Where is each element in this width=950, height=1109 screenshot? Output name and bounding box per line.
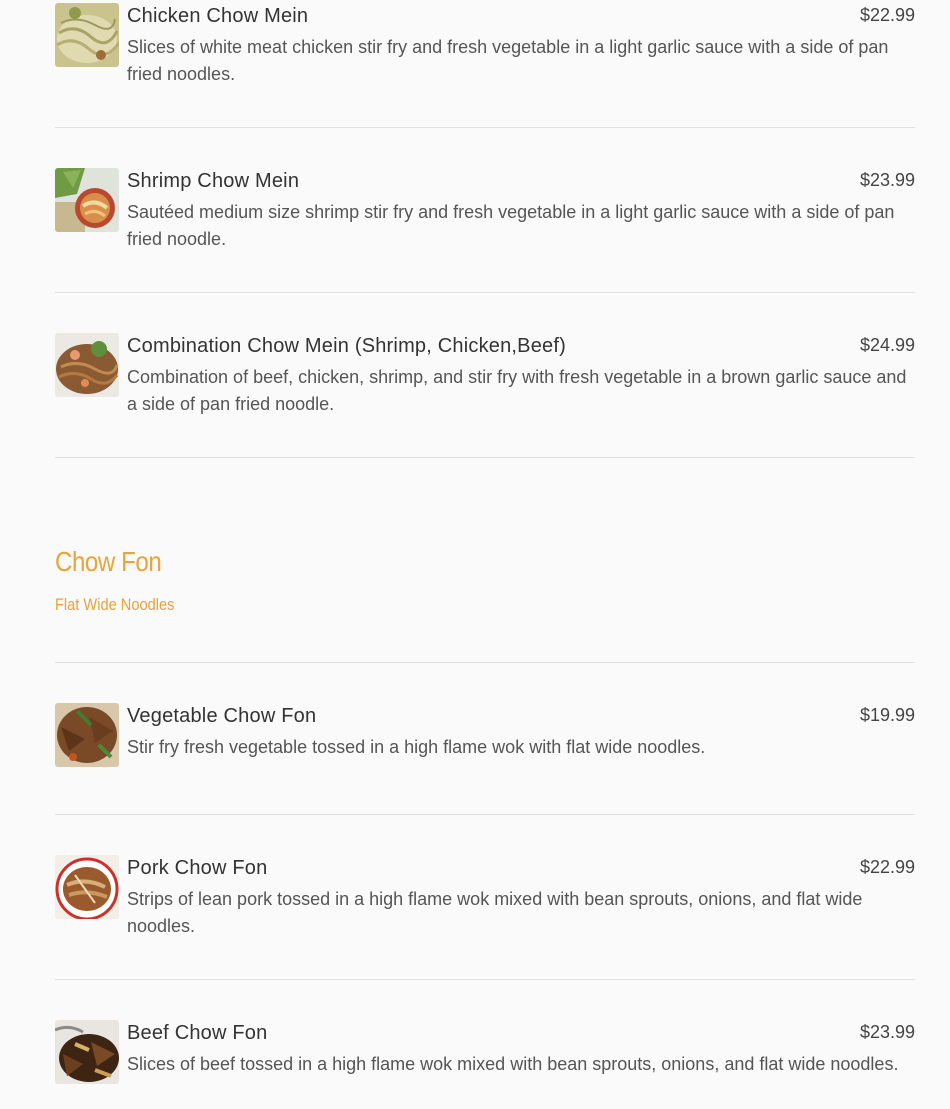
dish-photo — [55, 1020, 119, 1084]
menu-item[interactable]: Vegetable Chow Fon $19.99 Stir fry fresh… — [55, 703, 915, 773]
dish-name: Vegetable Chow Fon — [127, 705, 317, 727]
dish-price: $23.99 — [859, 170, 915, 190]
dish-description: Slices of beef tossed in a high flame wo… — [127, 1054, 899, 1074]
menu-item[interactable]: Chicken Chow Mein $22.99 Slices of white… — [55, 3, 915, 93]
menu-item[interactable]: Combination Chow Mein (Shrimp, Chicken,B… — [55, 333, 915, 423]
section-divider — [55, 662, 915, 663]
dish-description: Combination of beef, chicken, shrimp, an… — [127, 367, 907, 414]
menu-item[interactable]: Beef Chow Fon $23.99 Slices of beef toss… — [55, 1020, 915, 1109]
item-divider — [55, 127, 915, 128]
menu-item[interactable]: Shrimp Chow Mein $23.99 Sautéed medium s… — [55, 168, 915, 258]
item-divider — [55, 292, 915, 293]
dish-photo — [55, 3, 119, 67]
dish-price: $24.99 — [859, 335, 915, 355]
dish-photo — [55, 703, 119, 767]
dish-price: $23.99 — [859, 1022, 915, 1042]
dish-description: Slices of white meat chicken stir fry an… — [127, 37, 889, 84]
dish-photo — [55, 333, 119, 397]
dish-description: Stir fry fresh vegetable tossed in a hig… — [127, 737, 706, 757]
dish-price: $19.99 — [859, 705, 915, 725]
section-title: Chow Fon — [55, 546, 162, 577]
item-divider — [55, 814, 915, 815]
dish-price: $22.99 — [859, 5, 915, 25]
dish-price: $22.99 — [859, 857, 915, 877]
menu-page: Chicken Chow Mein $22.99 Slices of white… — [0, 0, 950, 1109]
dish-name: Chicken Chow Mein — [127, 5, 309, 27]
menu-item[interactable]: Pork Chow Fon $22.99 Strips of lean pork… — [55, 855, 915, 945]
dish-description: Sautéed medium size shrimp stir fry and … — [127, 202, 895, 249]
item-divider — [55, 979, 915, 980]
section-subtitle: Flat Wide Noodles — [55, 595, 175, 614]
dish-name: Beef Chow Fon — [127, 1022, 268, 1044]
dish-description: Strips of lean pork tossed in a high fla… — [127, 889, 863, 936]
dish-name: Shrimp Chow Mein — [127, 170, 300, 192]
dish-photo — [55, 168, 119, 232]
dish-name: Pork Chow Fon — [127, 857, 268, 879]
dish-name: Combination Chow Mein (Shrimp, Chicken,B… — [127, 335, 566, 357]
dish-photo — [55, 855, 119, 919]
item-divider — [55, 457, 915, 458]
